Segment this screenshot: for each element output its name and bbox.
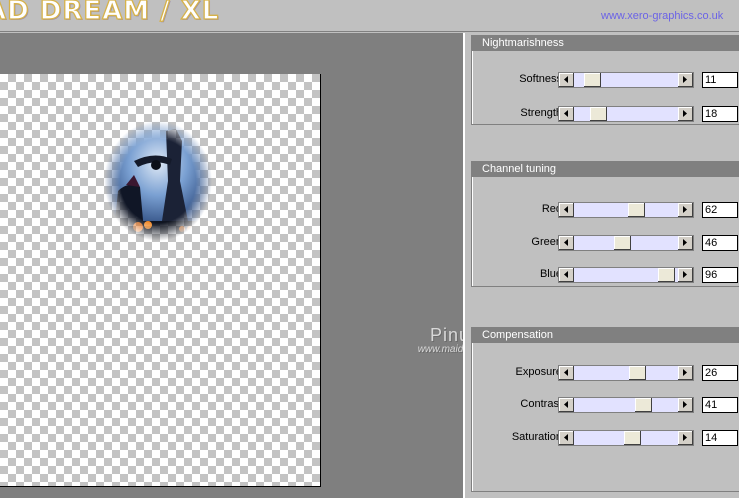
preview-area: Pinuccia www.maidiregrafica.eu [0,33,518,498]
slider-label: Exposure [515,366,562,378]
softness-value-input[interactable]: 11 [702,72,738,88]
contrast-value-input[interactable]: 41 [702,397,738,413]
arrow-left-icon[interactable] [559,268,574,282]
slider-row-green: Green 46 [472,235,739,251]
green-value-input[interactable]: 46 [702,235,738,251]
arrow-right-icon[interactable] [678,236,693,250]
arrow-right-icon[interactable] [678,107,693,121]
blue-slider[interactable] [558,267,694,283]
slider-thumb[interactable] [629,366,646,380]
slider-row-softness: Softness 11 [472,72,739,88]
filter-window: AD DREAM / XL www.xero-graphics.co.uk Ni… [0,0,739,498]
group-title: Nightmarishness [472,36,739,51]
red-value-input[interactable]: 62 [702,202,738,218]
slider-row-saturation: Saturation 14 [472,430,739,446]
group-channel-tuning: Channel tuning Red 62 Green 46 Blue 96 [471,161,739,287]
contrast-slider[interactable] [558,397,694,413]
slider-label: Strength [520,107,562,119]
red-slider[interactable] [558,202,694,218]
softness-slider[interactable] [558,72,694,88]
exposure-slider[interactable] [558,365,694,381]
slider-row-red: Red 62 [472,202,739,218]
blue-value-input[interactable]: 96 [702,267,738,283]
arrow-right-icon[interactable] [678,366,693,380]
arrow-right-icon[interactable] [678,73,693,87]
arrow-right-icon[interactable] [678,398,693,412]
group-compensation: Compensation Exposure 26 Contrast 41 Sat… [471,327,739,492]
green-slider[interactable] [558,235,694,251]
site-url-link[interactable]: www.xero-graphics.co.uk [601,10,723,22]
arrow-right-icon[interactable] [678,431,693,445]
slider-thumb[interactable] [590,107,607,121]
slider-thumb[interactable] [658,268,675,282]
slider-thumb[interactable] [624,431,641,445]
slider-row-contrast: Contrast 41 [472,397,739,413]
arrow-left-icon[interactable] [559,73,574,87]
slider-row-strength: Strength 18 [472,106,739,122]
group-title: Compensation [472,328,739,343]
preview-canvas[interactable] [0,74,321,487]
arrow-left-icon[interactable] [559,203,574,217]
arrow-left-icon[interactable] [559,107,574,121]
preview-image [104,121,212,241]
settings-panel: Nightmarishness Softness 11 Strength 18 [463,33,739,498]
slider-label: Contrast [520,398,562,410]
arrow-left-icon[interactable] [559,431,574,445]
slider-thumb[interactable] [635,398,652,412]
slider-thumb[interactable] [614,236,631,250]
slider-label: Saturation [511,431,562,443]
header-bar: AD DREAM / XL www.xero-graphics.co.uk [0,0,739,32]
strength-slider[interactable] [558,106,694,122]
saturation-value-input[interactable]: 14 [702,430,738,446]
group-title: Channel tuning [472,162,739,177]
group-nightmarishness: Nightmarishness Softness 11 Strength 18 [471,35,739,125]
exposure-value-input[interactable]: 26 [702,365,738,381]
arrow-right-icon[interactable] [678,268,693,282]
strength-value-input[interactable]: 18 [702,106,738,122]
slider-row-blue: Blue 96 [472,267,739,283]
slider-row-exposure: Exposure 26 [472,365,739,381]
arrow-left-icon[interactable] [559,366,574,380]
saturation-slider[interactable] [558,430,694,446]
slider-thumb[interactable] [628,203,645,217]
arrow-left-icon[interactable] [559,236,574,250]
arrow-left-icon[interactable] [559,398,574,412]
slider-label: Softness [519,73,562,85]
app-title-logo: AD DREAM / XL [0,0,220,27]
arrow-right-icon[interactable] [678,203,693,217]
slider-thumb[interactable] [584,73,601,87]
